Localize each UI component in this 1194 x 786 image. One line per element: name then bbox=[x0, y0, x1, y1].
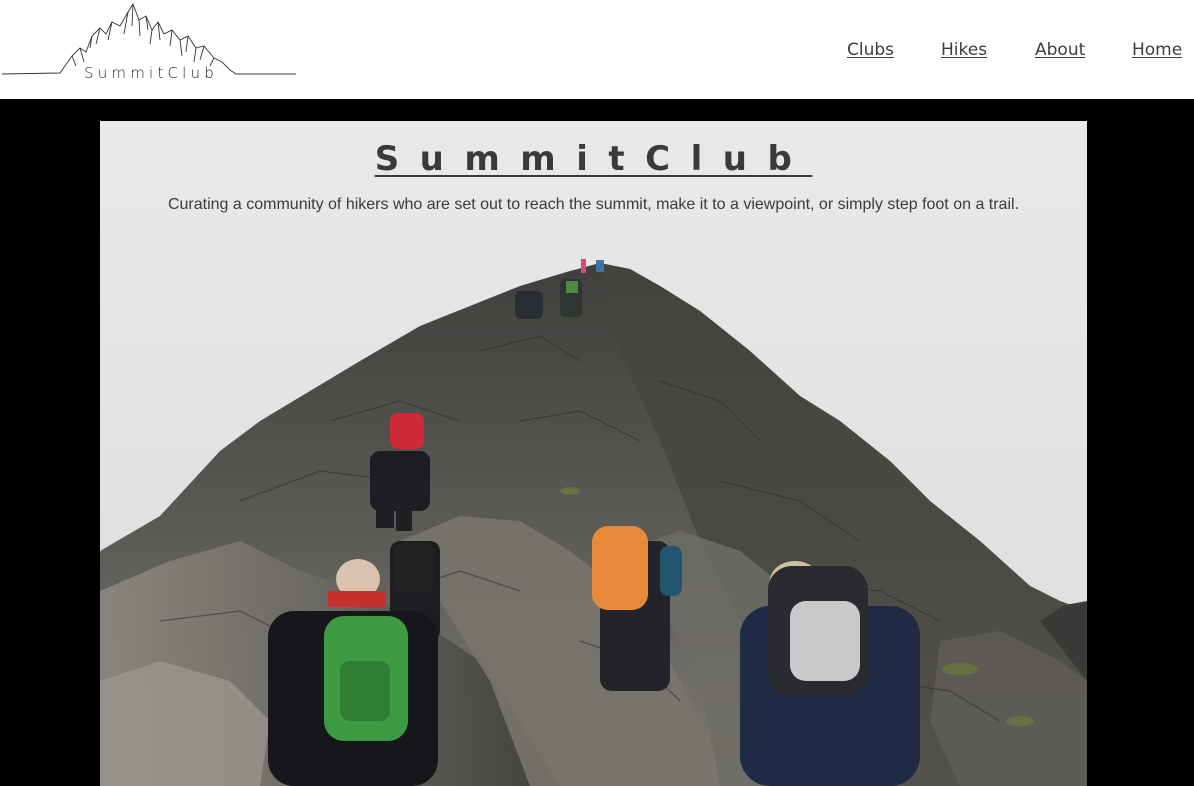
hero-title: SummitClub bbox=[374, 139, 813, 179]
hero-image bbox=[100, 121, 1087, 786]
site-header: SummitClub Clubs Hikes About Home bbox=[0, 0, 1194, 99]
hero-tagline: Curating a community of hikers who are s… bbox=[167, 196, 1020, 213]
nav-link-hikes[interactable]: Hikes bbox=[941, 40, 987, 60]
nav-link-home[interactable]: Home bbox=[1132, 40, 1182, 60]
nav-link-clubs[interactable]: Clubs bbox=[847, 40, 894, 60]
hero-section: SummitClub Curating a community of hiker… bbox=[100, 121, 1087, 786]
site-logo[interactable]: SummitClub bbox=[0, 0, 300, 90]
logo-text: SummitClub bbox=[84, 64, 218, 82]
nav-link-about[interactable]: About bbox=[1035, 40, 1085, 60]
